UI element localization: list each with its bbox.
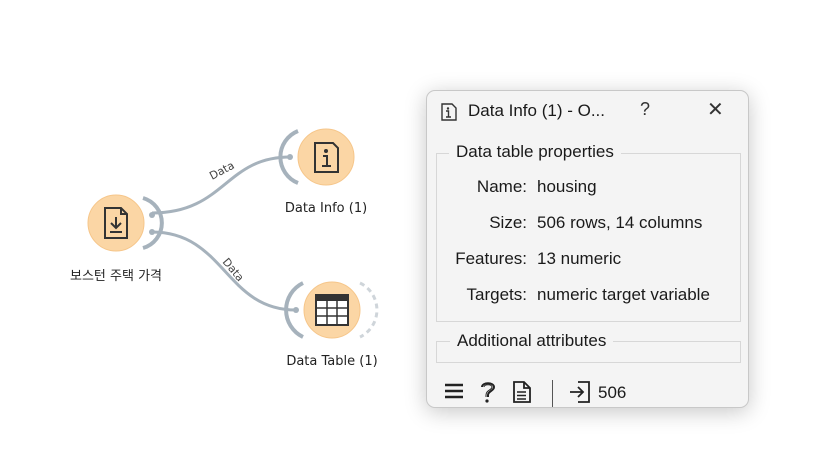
node-label-datainfo: Data Info (1) [284, 201, 368, 216]
additional-title: Additional attributes [450, 331, 614, 351]
link-file-to-datatable[interactable] [151, 230, 297, 312]
output-anchor[interactable] [149, 229, 155, 235]
prop-key-features: Features: [455, 249, 527, 268]
prop-value-size: 506 rows, 14 columns [537, 213, 703, 232]
prop-value-targets: numeric target variable [537, 285, 710, 304]
prop-key-size: Size: [489, 213, 527, 232]
info-icon [441, 103, 457, 121]
node-label-file: 보스턴 주택 가격 [70, 269, 162, 284]
output-anchor[interactable] [149, 212, 155, 218]
table-icon [315, 294, 349, 326]
window-titlebar[interactable]: Data Info (1) - O... ? ✕ [427, 91, 748, 133]
prop-value-features: 13 numeric [537, 249, 622, 268]
input-anchor[interactable] [293, 307, 299, 313]
report-icon[interactable] [513, 380, 531, 404]
status-separator [552, 380, 553, 407]
node-label-datatable: Data Table (1) [286, 354, 378, 369]
input-icon[interactable] [568, 380, 592, 404]
help-icon[interactable] [478, 380, 498, 404]
data-info-window[interactable]: Data Info (1) - O... ? ✕ Data table prop… [426, 90, 749, 408]
prop-value-name: housing [537, 177, 597, 196]
node-datatable[interactable] [284, 281, 379, 339]
menu-icon[interactable] [443, 380, 465, 402]
close-button[interactable]: ✕ [707, 97, 724, 122]
window-title: Data Info (1) - O... [468, 101, 605, 120]
prop-key-name: Name: [476, 177, 527, 196]
prop-key-targets: Targets: [466, 285, 527, 304]
node-datainfo[interactable] [278, 128, 355, 186]
node-file[interactable] [87, 194, 164, 252]
section-title: Data table properties [449, 142, 621, 162]
input-count: 506 [598, 383, 627, 402]
input-anchor[interactable] [287, 154, 293, 160]
help-button[interactable]: ? [640, 99, 650, 120]
